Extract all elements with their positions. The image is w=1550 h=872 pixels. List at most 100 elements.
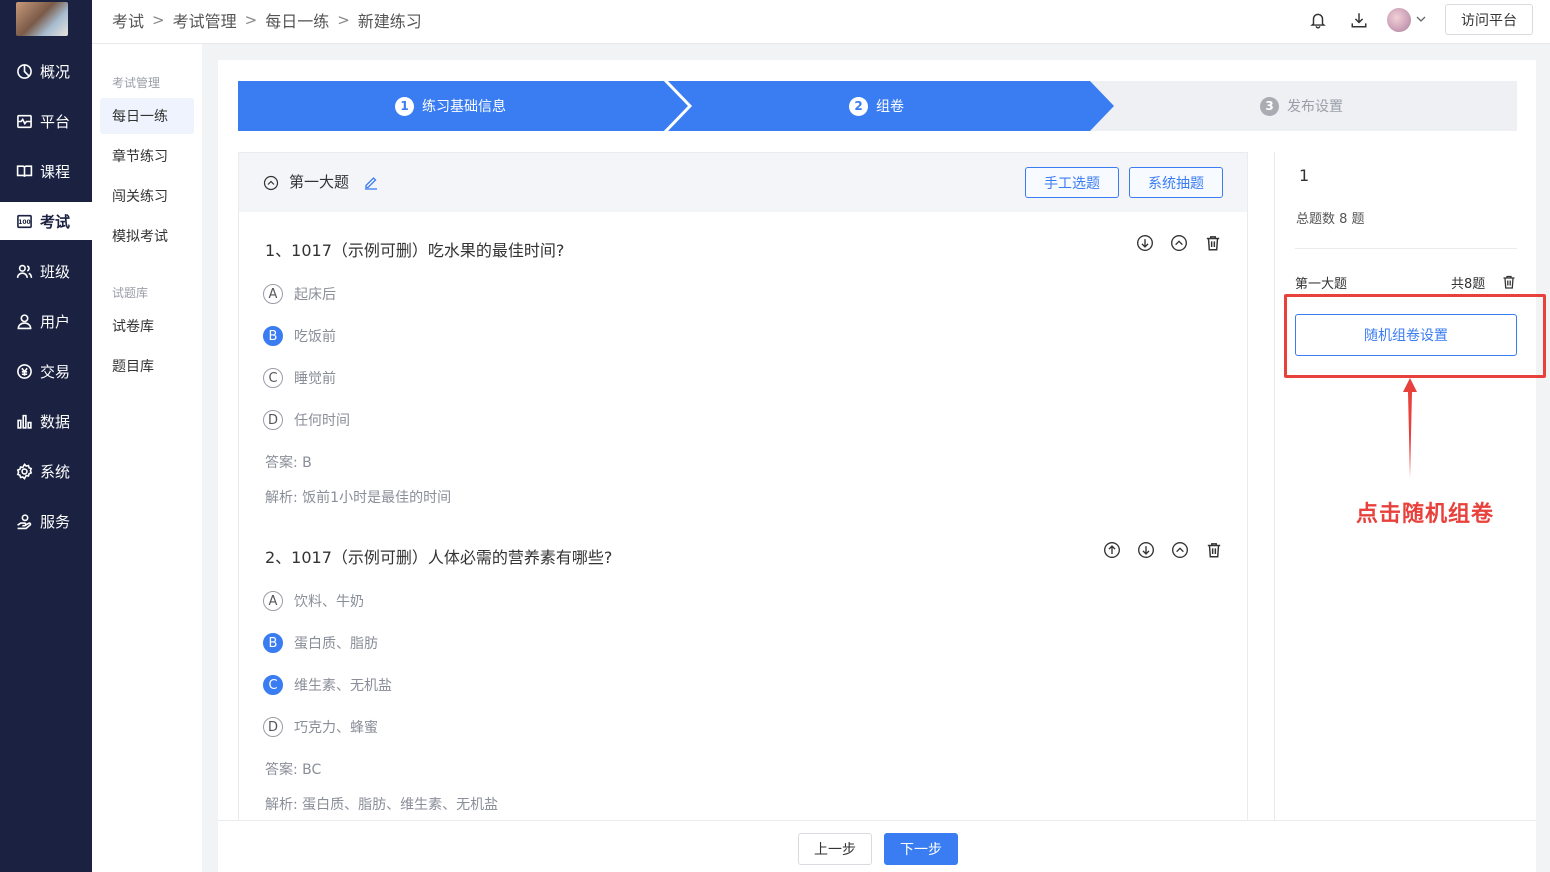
summary-panel: 1 总题数 8 题 第一大题 共8题 随机组卷设置 — [1274, 152, 1537, 820]
total-questions: 总题数 8 题 — [1296, 212, 1365, 227]
nav-item-exam[interactable]: 100 考试 — [0, 202, 92, 240]
nav-item-label: 数据 — [40, 412, 71, 431]
sidebar-item-chapter-practice[interactable]: 章节练习 — [100, 138, 194, 174]
sidebar-item-level-practice[interactable]: 闯关练习 — [100, 178, 194, 214]
nav-item-label: 交易 — [40, 362, 71, 381]
answer-text: 答案: B — [265, 455, 312, 471]
trash-icon[interactable] — [1501, 274, 1517, 290]
move-down-icon[interactable] — [1136, 540, 1156, 560]
move-down-icon[interactable] — [1135, 233, 1155, 253]
nav-item-label: 服务 — [40, 512, 71, 531]
nav-item-service[interactable]: 服务 — [0, 502, 92, 540]
edit-icon[interactable] — [363, 174, 379, 190]
nav-item-course[interactable]: 课程 — [0, 152, 92, 190]
nav-item-label: 概况 — [40, 62, 71, 81]
pie-chart-icon — [15, 62, 33, 80]
download-icon[interactable] — [1348, 9, 1370, 31]
nav-item-label: 系统 — [40, 462, 71, 481]
section-header: 第一大题 手工选题 系统抽题 — [239, 153, 1247, 212]
chevron-right-icon: > — [244, 11, 258, 29]
move-up-icon[interactable] — [1102, 540, 1122, 560]
summary-section-name[interactable]: 第一大题 — [1295, 273, 1347, 292]
main-nav: 概况 平台 课程 100 考试 班级 用户 交易 数据 系统 服务 — [0, 0, 92, 872]
option-letter: D — [263, 410, 283, 430]
question-tools — [1121, 233, 1223, 255]
analysis-text: 解析: 饭前1小时是最佳的时间 — [265, 490, 452, 506]
sidebar-item-daily-practice[interactable]: 每日一练 — [100, 98, 194, 134]
class-icon — [15, 262, 33, 280]
collapse-icon[interactable] — [263, 175, 279, 191]
option-c[interactable]: C 睡觉前 — [263, 367, 336, 389]
step-2[interactable]: 2 组卷 — [849, 81, 904, 131]
svg-text:100: 100 — [18, 219, 30, 226]
section-count-number: 1 — [1299, 166, 1310, 185]
step-number: 1 — [395, 96, 414, 116]
annotation-arrow — [1403, 378, 1417, 478]
option-text: 巧克力、蜂蜜 — [294, 720, 378, 736]
user-icon — [15, 312, 33, 330]
step-1[interactable]: 1 练习基础信息 — [395, 81, 506, 131]
step-3[interactable]: 3 发布设置 — [1260, 81, 1343, 131]
next-step-button[interactable]: 下一步 — [884, 833, 958, 865]
nav-item-label: 平台 — [40, 112, 71, 131]
platform-icon — [15, 112, 33, 130]
option-c[interactable]: C 维生素、无机盐 — [263, 674, 392, 696]
gear-icon — [15, 462, 33, 480]
question-section: 第一大题 手工选题 系统抽题 1、1017（示例可删）吃水果的最佳时间? A 起… — [238, 152, 1248, 872]
option-text: 维生素、无机盐 — [294, 678, 392, 694]
sidebar-group-title: 试题库 — [112, 286, 149, 300]
nav-item-platform[interactable]: 平台 — [0, 102, 92, 140]
step-number: 2 — [849, 96, 868, 116]
option-text: 睡觉前 — [294, 371, 336, 387]
option-text: 吃饭前 — [294, 329, 336, 345]
logo-image[interactable] — [16, 2, 68, 36]
option-a[interactable]: A 起床后 — [263, 283, 336, 305]
option-letter: B — [263, 633, 283, 653]
option-d[interactable]: D 任何时间 — [263, 409, 350, 431]
option-d[interactable]: D 巧克力、蜂蜜 — [263, 716, 378, 738]
option-letter: B — [263, 326, 283, 346]
trash-icon[interactable] — [1203, 233, 1223, 253]
section-title: 第一大题 — [289, 173, 350, 191]
footer-bar: 上一步 下一步 — [218, 820, 1536, 872]
visit-platform-button[interactable]: 访问平台 — [1445, 4, 1533, 35]
analysis-text: 解析: 蛋白质、脂肪、维生素、无机盐 — [265, 797, 499, 813]
summary-section-count: 共8题 — [1451, 277, 1486, 292]
option-letter: C — [263, 675, 283, 695]
prev-step-button[interactable]: 上一步 — [798, 833, 872, 865]
sidebar-item-paper-bank[interactable]: 试卷库 — [100, 308, 194, 344]
breadcrumb-item[interactable]: 考试管理 — [173, 8, 237, 32]
nav-item-label: 课程 — [40, 162, 71, 181]
breadcrumb: 考试 > 考试管理 > 每日一练 > 新建练习 — [112, 0, 422, 40]
exam-icon: 100 — [15, 212, 33, 230]
question-title: 1、1017（示例可删）吃水果的最佳时间? — [265, 241, 565, 260]
nav-item-system[interactable]: 系统 — [0, 452, 92, 490]
collapse-icon[interactable] — [1169, 233, 1189, 253]
option-letter: C — [263, 368, 283, 388]
annotation-label: 点击随机组卷 — [1356, 501, 1495, 527]
collapse-icon[interactable] — [1170, 540, 1190, 560]
bar-chart-icon — [15, 412, 33, 430]
chevron-down-icon[interactable] — [1415, 13, 1427, 25]
option-b[interactable]: B 蛋白质、脂肪 — [263, 632, 378, 654]
breadcrumb-item[interactable]: 每日一练 — [265, 8, 329, 32]
nav-item-user[interactable]: 用户 — [0, 302, 92, 340]
nav-item-trade[interactable]: 交易 — [0, 352, 92, 390]
step-label: 练习基础信息 — [422, 99, 506, 115]
question-tools — [1088, 540, 1224, 562]
sidebar-item-question-bank[interactable]: 题目库 — [100, 348, 194, 384]
breadcrumb-item[interactable]: 考试 — [112, 8, 144, 32]
bell-icon[interactable] — [1307, 9, 1329, 31]
sidebar-item-mock-exam[interactable]: 模拟考试 — [100, 218, 194, 254]
nav-item-data[interactable]: 数据 — [0, 402, 92, 440]
option-a[interactable]: A 饮料、牛奶 — [263, 590, 364, 612]
trash-icon[interactable] — [1204, 540, 1224, 560]
nav-item-class[interactable]: 班级 — [0, 252, 92, 290]
system-draw-button[interactable]: 系统抽题 — [1129, 167, 1223, 198]
manual-select-button[interactable]: 手工选题 — [1025, 167, 1119, 198]
option-b[interactable]: B 吃饭前 — [263, 325, 336, 347]
step-label: 组卷 — [876, 99, 904, 115]
avatar[interactable] — [1387, 8, 1411, 32]
option-letter: D — [263, 717, 283, 737]
nav-item-overview[interactable]: 概况 — [0, 52, 92, 90]
